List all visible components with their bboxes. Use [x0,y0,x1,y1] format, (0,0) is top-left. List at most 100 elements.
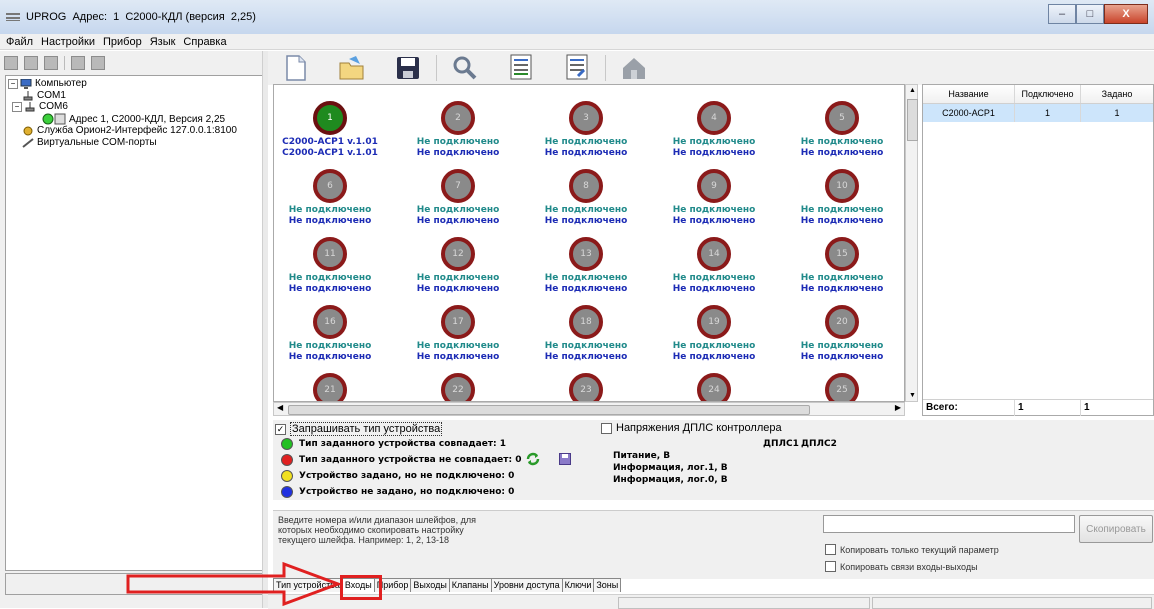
checkbox-icon[interactable] [825,544,836,555]
device-slot[interactable]: 3 Не подключено Не подключено [526,101,646,159]
copy-current-option[interactable]: Копировать только текущий параметр [825,544,999,555]
device-slot[interactable]: 16 Не подключено Не подключено [274,305,390,363]
device-tree[interactable]: − Компьютер COM1 − COM6 Адрес 1, С2000-К… [5,75,263,571]
tree-item-service[interactable]: Служба Орион2-Интерфейс 127.0.0.1:8100 [22,125,237,136]
device-slot[interactable]: 21 [274,373,390,401]
home-icon[interactable] [620,54,648,82]
device-slot[interactable]: 18 Не подключено Не подключено [526,305,646,363]
device-status-icon[interactable]: 4 [697,101,731,135]
device-slot[interactable]: 14 Не подключено Не подключено [654,237,774,295]
device-slot[interactable]: 6 Не подключено Не подключено [274,169,390,227]
table-row[interactable]: С2000-АСР1 1 1 [923,104,1153,122]
menu-language[interactable]: Язык [150,36,176,48]
device-slot[interactable]: 17 Не подключено Не подключено [398,305,518,363]
device-slot[interactable]: 7 Не подключено Не подключено [398,169,518,227]
minimize-button[interactable]: – [1048,4,1076,24]
checkbox-icon[interactable] [825,561,836,572]
copy-links-option[interactable]: Копировать связи входы-выходы [825,561,978,572]
scroll-thumb[interactable] [907,99,918,141]
device-status-icon[interactable]: 14 [697,237,731,271]
scroll-thumb[interactable] [288,405,810,415]
device-status-icon[interactable]: 24 [697,373,731,401]
device-status-icon[interactable]: 25 [825,373,859,401]
scroll-down-icon[interactable]: ▼ [909,392,916,399]
search-icon[interactable] [451,54,479,82]
device-slot[interactable]: 25 [782,373,902,401]
close-button[interactable]: X [1104,4,1148,24]
copy-button[interactable]: Скопировать [1079,515,1153,543]
device-status-icon[interactable]: 11 [313,237,347,271]
device-status-icon[interactable]: 15 [825,237,859,271]
device-slot[interactable]: 11 Не подключено Не подключено [274,237,390,295]
device-slot[interactable]: 22 [398,373,518,401]
tree-item-com6[interactable]: − COM6 [12,101,68,112]
refresh-icon[interactable] [526,452,540,469]
maximize-button[interactable]: □ [1076,4,1104,24]
device-status-icon[interactable]: 18 [569,305,603,339]
device-status-icon[interactable]: 5 [825,101,859,135]
tree-item-com1[interactable]: COM1 [22,90,66,101]
open-folder-icon[interactable] [338,54,366,82]
device-status-icon[interactable]: 16 [313,305,347,339]
save-icon[interactable] [394,54,422,82]
tree-item-device[interactable]: Адрес 1, С2000-КДЛ, Версия 2,25 [42,113,225,125]
scroll-up-icon[interactable]: ▲ [909,87,916,94]
network-remove-icon[interactable] [91,56,105,70]
device-slot[interactable]: 23 [526,373,646,401]
dpls-voltage-checkbox[interactable]: Напряжения ДПЛС контроллера [601,422,782,434]
write-config-icon[interactable] [563,54,591,82]
network-icon[interactable] [71,56,85,70]
device-slot[interactable]: 12 Не подключено Не подключено [398,237,518,295]
device-status-icon[interactable]: 3 [569,101,603,135]
device-status-icon[interactable]: 19 [697,305,731,339]
tab-outputs[interactable]: Выходы [411,578,450,592]
device-status-icon[interactable]: 21 [313,373,347,401]
device-status-icon[interactable]: 17 [441,305,475,339]
new-document-icon[interactable] [282,54,310,82]
device-slot[interactable]: 10 Не подключено Не подключено [782,169,902,227]
device-status-icon[interactable]: 20 [825,305,859,339]
scroll-left-icon[interactable]: ◀ [277,403,283,412]
tree-tool-icon[interactable] [44,56,58,70]
tab-valves[interactable]: Клапаны [449,578,492,592]
save-icon[interactable] [559,453,571,468]
checkbox-icon[interactable]: ✓ [275,423,286,435]
collapse-icon[interactable]: − [8,78,18,89]
tree-item-computer[interactable]: − Компьютер [8,78,87,89]
device-slot[interactable]: 19 Не подключено Не подключено [654,305,774,363]
tab-access-levels[interactable]: Уровни доступа [491,578,563,592]
column-set[interactable]: Задано [1081,85,1153,103]
device-status-icon[interactable]: 7 [441,169,475,203]
device-status-icon[interactable]: 6 [313,169,347,203]
device-slot[interactable]: 9 Не подключено Не подключено [654,169,774,227]
device-status-icon[interactable]: 8 [569,169,603,203]
tree-item-virtual-ports[interactable]: Виртуальные COM-порты [22,137,157,148]
device-status-icon[interactable]: 13 [569,237,603,271]
device-status-icon[interactable]: 9 [697,169,731,203]
collapse-icon[interactable]: − [12,101,22,112]
read-config-icon[interactable] [507,54,535,82]
device-slot[interactable]: 2 Не подключено Не подключено [398,101,518,159]
device-status-icon[interactable]: 10 [825,169,859,203]
device-status-icon[interactable]: 22 [441,373,475,401]
device-grid[interactable]: 1 С2000-АСР1 v.1.01 С2000-АСР1 v.1.01 2 Не п… [273,84,905,402]
tree-tool-icon[interactable] [4,56,18,70]
device-slot[interactable]: 4 Не подключено Не подключено [654,101,774,159]
menu-help[interactable]: Справка [183,36,226,48]
tab-keys[interactable]: Ключи [562,578,595,592]
menu-device[interactable]: Прибор [103,36,142,48]
checkbox-icon[interactable] [601,422,612,434]
device-slot[interactable]: 15 Не подключено Не подключено [782,237,902,295]
copy-range-input[interactable] [823,515,1075,533]
device-status-icon[interactable]: 12 [441,237,475,271]
device-slot[interactable]: 8 Не подключено Не подключено [526,169,646,227]
device-slot[interactable]: 24 [654,373,774,401]
grid-horizontal-scrollbar[interactable]: ◀ ▶ [273,402,905,416]
menu-file[interactable]: Файл [6,36,33,48]
scroll-right-icon[interactable]: ▶ [895,403,901,412]
tree-tool-icon[interactable] [24,56,38,70]
device-status-icon[interactable]: 2 [441,101,475,135]
menu-settings[interactable]: Настройки [41,36,95,48]
grid-vertical-scrollbar[interactable]: ▲ ▼ [905,84,918,402]
device-slot[interactable]: 20 Не подключено Не подключено [782,305,902,363]
